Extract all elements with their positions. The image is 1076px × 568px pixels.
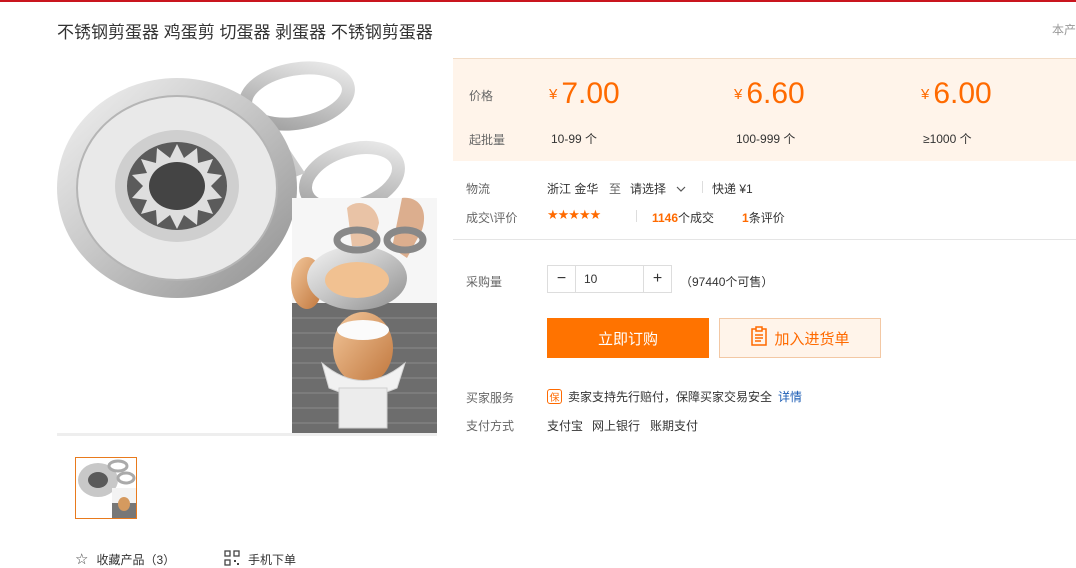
rating-stars: ★★★★★	[547, 207, 601, 222]
price-tier-2: ¥6.60	[734, 77, 805, 111]
payment-method: 账期支付	[650, 419, 699, 433]
payment-method: 支付宝	[547, 419, 584, 433]
quantity-label: 采购量	[466, 275, 503, 289]
deals-suffix: 个成交	[678, 211, 715, 225]
favorite-label: 收藏产品（3）	[96, 552, 176, 567]
price-value: 7.00	[561, 77, 620, 110]
currency-symbol: ¥	[734, 86, 743, 103]
price-label: 价格	[469, 89, 494, 103]
decrease-button[interactable]: −	[548, 266, 575, 292]
reviews-number: 1	[742, 211, 749, 225]
reviews-count[interactable]: 1条评价	[742, 209, 785, 226]
service-info: 保 卖家支持先行赔付，保障买家交易安全 详情	[547, 388, 802, 405]
qty-tier-1: 10-99 个	[551, 132, 598, 146]
logistics-label: 物流	[466, 182, 491, 196]
clipboard-list-icon	[750, 326, 768, 350]
price-panel: 价格 起批量 ¥7.00 10-99 个 ¥6.60 100-999 个 ¥6.…	[453, 58, 1076, 161]
service-label: 买家服务	[466, 391, 515, 405]
reviews-suffix: 条评价	[748, 211, 785, 225]
rating-label: 成交\评价	[466, 211, 518, 225]
qty-tier-3: ≥1000 个	[923, 132, 972, 146]
increase-button[interactable]: +	[644, 266, 671, 292]
divider	[702, 181, 703, 193]
thumbnail-image	[78, 459, 136, 518]
top-accent-line	[0, 0, 1076, 2]
add-to-purchase-list-button[interactable]: 加入进货单	[719, 318, 881, 358]
quantity-input[interactable]: 10	[575, 266, 644, 292]
price-tier-3: ¥6.00	[921, 77, 992, 111]
product-thumbnail[interactable]	[75, 457, 137, 519]
destination-value: 请选择	[630, 182, 667, 196]
express-fee: 快递 ¥1	[712, 182, 753, 196]
qty-tier-2: 100-999 个	[736, 132, 796, 146]
product-title: 不锈钢剪蛋器 鸡蛋剪 切蛋器 剥蛋器 不锈钢剪蛋器	[57, 23, 433, 42]
chevron-down-icon	[676, 182, 686, 196]
service-details-link[interactable]: 详情	[778, 388, 802, 405]
egg-cutter-illustration	[57, 61, 437, 433]
payment-method: 网上银行	[592, 419, 641, 433]
buy-now-button[interactable]: 立即订购	[547, 318, 709, 358]
logistics-origin: 浙江 金华	[547, 182, 599, 196]
shield-badge-icon: 保	[547, 389, 562, 404]
destination-select[interactable]: 请选择	[630, 180, 686, 197]
main-product-image[interactable]	[57, 58, 437, 436]
currency-symbol: ¥	[921, 86, 930, 103]
mobile-order-button[interactable]: 手机下单	[224, 550, 296, 568]
price-value: 6.60	[746, 77, 805, 110]
payment-label: 支付方式	[466, 419, 515, 433]
service-text: 卖家支持先行赔付，保障买家交易安全	[568, 390, 773, 404]
logistics-to: 至	[609, 182, 622, 196]
deals-count[interactable]: 1146个成交	[652, 209, 714, 226]
truncated-side-text: 本产	[1051, 23, 1076, 37]
stock-available: （97440个可售）	[680, 275, 774, 289]
star-outline-icon: ☆	[75, 551, 89, 568]
deals-number: 1146	[652, 211, 679, 225]
mobile-order-label: 手机下单	[248, 553, 297, 567]
favorite-product-button[interactable]: ☆ 收藏产品（3）	[75, 550, 175, 568]
price-value: 6.00	[933, 77, 992, 110]
quantity-stepper: − 10 +	[547, 265, 672, 293]
add-to-list-label: 加入进货单	[774, 330, 850, 348]
moq-label: 起批量	[469, 133, 506, 147]
section-divider	[453, 239, 1076, 240]
price-tier-1: ¥7.00	[549, 77, 620, 111]
divider	[636, 210, 637, 222]
qr-code-icon	[224, 550, 240, 568]
currency-symbol: ¥	[549, 86, 558, 103]
